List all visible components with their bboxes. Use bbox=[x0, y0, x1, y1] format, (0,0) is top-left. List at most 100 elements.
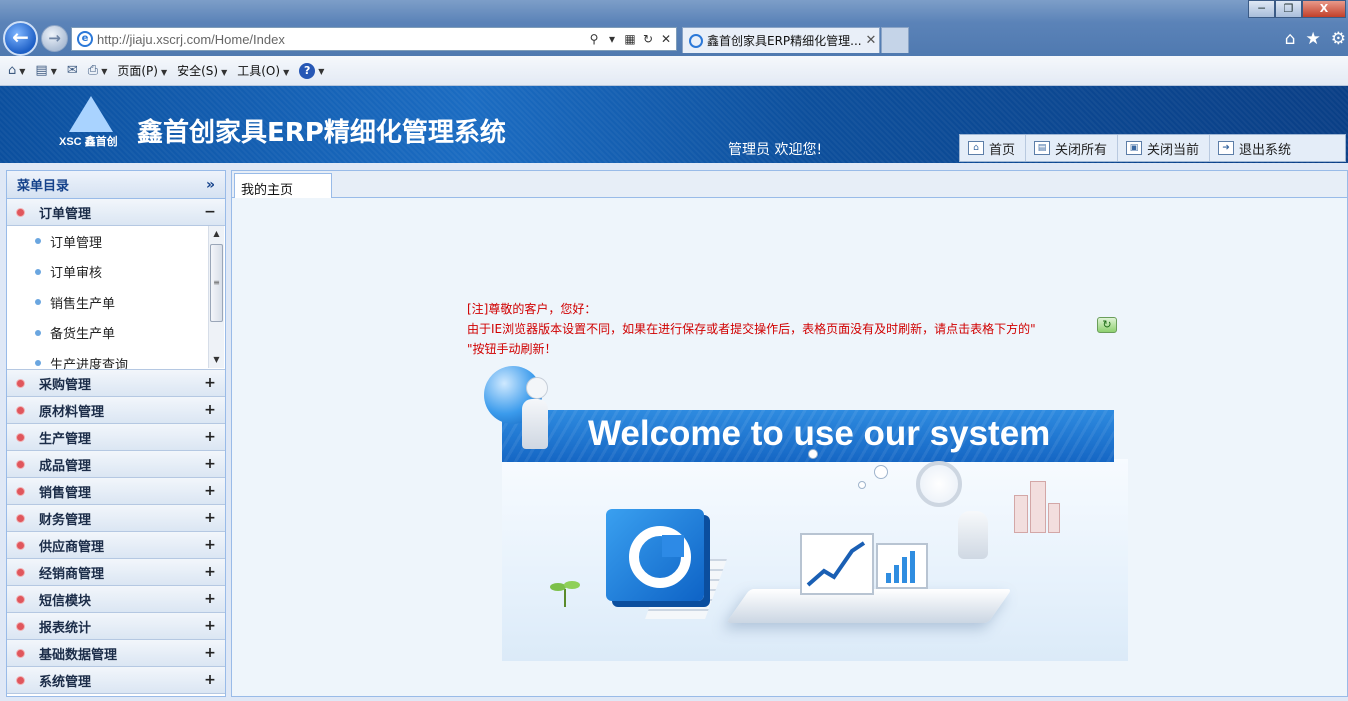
settings-gear-icon[interactable]: ⚙ bbox=[1331, 29, 1346, 49]
menu-page[interactable]: 页面(P) ▼ bbox=[117, 62, 167, 79]
sidebar-group-order-management[interactable]: 订单管理 − bbox=[7, 199, 225, 226]
home-icon[interactable]: ⌂ bbox=[1285, 29, 1296, 49]
close-tab-icon[interactable]: ✕ bbox=[863, 33, 879, 48]
search-icon[interactable]: ⚲ bbox=[586, 32, 602, 46]
close-current-button[interactable]: ▣ 关闭当前 bbox=[1118, 135, 1211, 161]
submenu-item-label: 销售生产单 bbox=[50, 296, 116, 312]
mini-bar bbox=[902, 557, 907, 583]
sidebar-group[interactable]: 供应商管理 + bbox=[7, 532, 225, 559]
scroll-up-icon[interactable]: ▲ bbox=[209, 226, 224, 242]
expand-plus-icon[interactable]: + bbox=[203, 537, 217, 553]
sidebar-group[interactable]: 基础数据管理 + bbox=[7, 640, 225, 667]
menu-tools[interactable]: 工具(O) ▼ bbox=[237, 62, 289, 79]
bullet-dot-icon bbox=[17, 541, 24, 549]
sidebar-group[interactable]: 系统管理 + bbox=[7, 667, 225, 694]
stop-icon[interactable]: ✕ bbox=[658, 32, 674, 46]
new-tab-button[interactable] bbox=[881, 27, 909, 53]
submenu-item[interactable]: 销售生产单 bbox=[7, 287, 225, 318]
submenu-item[interactable]: 订单管理 bbox=[7, 226, 225, 257]
figure-body-icon bbox=[522, 399, 548, 449]
app-title: 鑫首创家具ERP精细化管理系统 bbox=[137, 118, 506, 148]
collapse-minus-icon[interactable]: − bbox=[203, 204, 217, 220]
windows-icon: ▤ bbox=[1034, 141, 1051, 155]
sidebar-group[interactable]: 财务管理 + bbox=[7, 505, 225, 532]
favorites-star-icon[interactable]: ★ bbox=[1306, 29, 1321, 49]
refresh-icon[interactable]: ↻ bbox=[640, 32, 656, 46]
sidebar-group[interactable]: 销售管理 + bbox=[7, 478, 225, 505]
tab-my-homepage[interactable]: 我的主页 bbox=[234, 173, 332, 198]
ie-favicon-icon: e bbox=[77, 31, 93, 47]
command-bar: ⌂ ▼ ▤ ▼ ✉ ⎙ ▼ 页面(P) ▼ 安全(S) ▼ 工具(O) ▼ ? ▼ bbox=[0, 56, 1348, 86]
window-close-icon: ▣ bbox=[1126, 141, 1143, 155]
address-bar[interactable]: e http://jiaju.xscrj.com/Home/Index ⚲ ▾ … bbox=[71, 27, 677, 51]
expand-plus-icon[interactable]: + bbox=[203, 564, 217, 580]
bullet-dot-icon bbox=[17, 487, 24, 495]
submenu-item[interactable]: 订单审核 bbox=[7, 257, 225, 288]
expand-plus-icon[interactable]: + bbox=[203, 591, 217, 607]
submenu-item-label: 备货生产单 bbox=[50, 327, 116, 343]
house-icon: ⌂ bbox=[968, 141, 984, 155]
dropdown-icon[interactable]: ▾ bbox=[604, 32, 620, 46]
home-button[interactable]: ⌂ 首页 bbox=[960, 135, 1027, 161]
logo-text: XSC 鑫首创 bbox=[59, 136, 118, 148]
home-icon[interactable]: ⌂ ▼ bbox=[8, 63, 25, 78]
back-button[interactable]: ← bbox=[3, 21, 38, 56]
sidebar-group[interactable]: 采购管理 + bbox=[7, 370, 225, 397]
browser-tab-label: 鑫首创家具ERP精细化管理... bbox=[707, 34, 862, 48]
compatibility-icon[interactable]: ▦ bbox=[622, 32, 638, 46]
scroll-down-icon[interactable]: ▼ bbox=[209, 352, 224, 368]
sidebar-group[interactable]: 经销商管理 + bbox=[7, 559, 225, 586]
menu-safety[interactable]: 安全(S) ▼ bbox=[177, 62, 227, 79]
scroll-thumb[interactable]: ≡ bbox=[210, 244, 223, 322]
expand-plus-icon[interactable]: + bbox=[203, 402, 217, 418]
sidebar-group[interactable]: 报表统计 + bbox=[7, 613, 225, 640]
sidebar-submenu: 订单管理 订单审核 销售生产单 备货生产单 生产进度查询 ▲ ≡ ▼ bbox=[7, 226, 225, 370]
collapse-sidebar-icon[interactable]: » bbox=[206, 177, 215, 193]
submenu-item[interactable]: 生产进度查询 bbox=[7, 348, 225, 369]
buildings-icon bbox=[1006, 473, 1066, 533]
address-url[interactable]: http://jiaju.xscrj.com/Home/Index bbox=[97, 32, 586, 47]
browser-tab-active[interactable]: 鑫首创家具ERP精细化管理... ✕ bbox=[682, 27, 880, 53]
logout-button[interactable]: ➜ 退出系统 bbox=[1210, 135, 1301, 161]
mail-icon[interactable]: ✉ bbox=[67, 63, 78, 78]
sidebar-group[interactable]: 成品管理 + bbox=[7, 451, 225, 478]
bubble-icon bbox=[858, 481, 866, 489]
sidebar-menu: 菜单目录 » 订单管理 − 订单管理 订单审核 销售生产单 备货生产单 生产进度… bbox=[6, 170, 226, 697]
forward-button[interactable]: → bbox=[41, 25, 68, 52]
sidebar-group-label: 供应商管理 bbox=[39, 539, 105, 555]
mini-bar bbox=[910, 551, 915, 583]
expand-plus-icon[interactable]: + bbox=[203, 672, 217, 688]
mini-bar bbox=[886, 573, 891, 583]
menu-page-label: 页面(P) bbox=[117, 64, 158, 78]
sidebar-group-label: 系统管理 bbox=[39, 674, 92, 690]
expand-plus-icon[interactable]: + bbox=[203, 375, 217, 391]
submenu-dot-icon bbox=[35, 360, 41, 367]
maximize-button[interactable]: ❐ bbox=[1275, 0, 1302, 18]
exit-icon: ➜ bbox=[1218, 141, 1235, 155]
expand-plus-icon[interactable]: + bbox=[203, 456, 217, 472]
expand-plus-icon[interactable]: + bbox=[203, 429, 217, 445]
header-button-group: ⌂ 首页 ▤ 关闭所有 ▣ 关闭当前 ➜ 退出系统 bbox=[959, 134, 1346, 162]
expand-plus-icon[interactable]: + bbox=[203, 645, 217, 661]
window-close-button[interactable]: X bbox=[1302, 0, 1346, 18]
minimize-button[interactable]: ─ bbox=[1248, 0, 1275, 18]
rss-feed-icon[interactable]: ▤ ▼ bbox=[35, 63, 56, 78]
submenu-item[interactable]: 备货生产单 bbox=[7, 318, 225, 349]
content-tab-strip: 我的主页 bbox=[232, 171, 1347, 198]
submenu-scrollbar[interactable]: ▲ ≡ ▼ bbox=[208, 226, 224, 368]
sidebar-group[interactable]: 短信模块 + bbox=[7, 586, 225, 613]
bullet-dot-icon bbox=[17, 460, 24, 468]
close-all-button[interactable]: ▤ 关闭所有 bbox=[1026, 135, 1119, 161]
print-icon[interactable]: ⎙ ▼ bbox=[88, 63, 108, 78]
notice-line-2: 由于IE浏览器版本设置不同，如果在进行保存或者提交操作后，表格页面没有及时刷新，… bbox=[467, 322, 1036, 336]
figure-with-magnifier-icon bbox=[958, 511, 988, 559]
sidebar-group[interactable]: 原材料管理 + bbox=[7, 397, 225, 424]
help-menu[interactable]: ? ▼ bbox=[299, 62, 324, 79]
expand-plus-icon[interactable]: + bbox=[203, 483, 217, 499]
expand-plus-icon[interactable]: + bbox=[203, 618, 217, 634]
sidebar-title: 菜单目录 bbox=[17, 179, 70, 194]
expand-plus-icon[interactable]: + bbox=[203, 510, 217, 526]
sidebar-group-label: 经销商管理 bbox=[39, 566, 105, 582]
sidebar-group[interactable]: 生产管理 + bbox=[7, 424, 225, 451]
bullet-dot-icon bbox=[17, 433, 24, 441]
